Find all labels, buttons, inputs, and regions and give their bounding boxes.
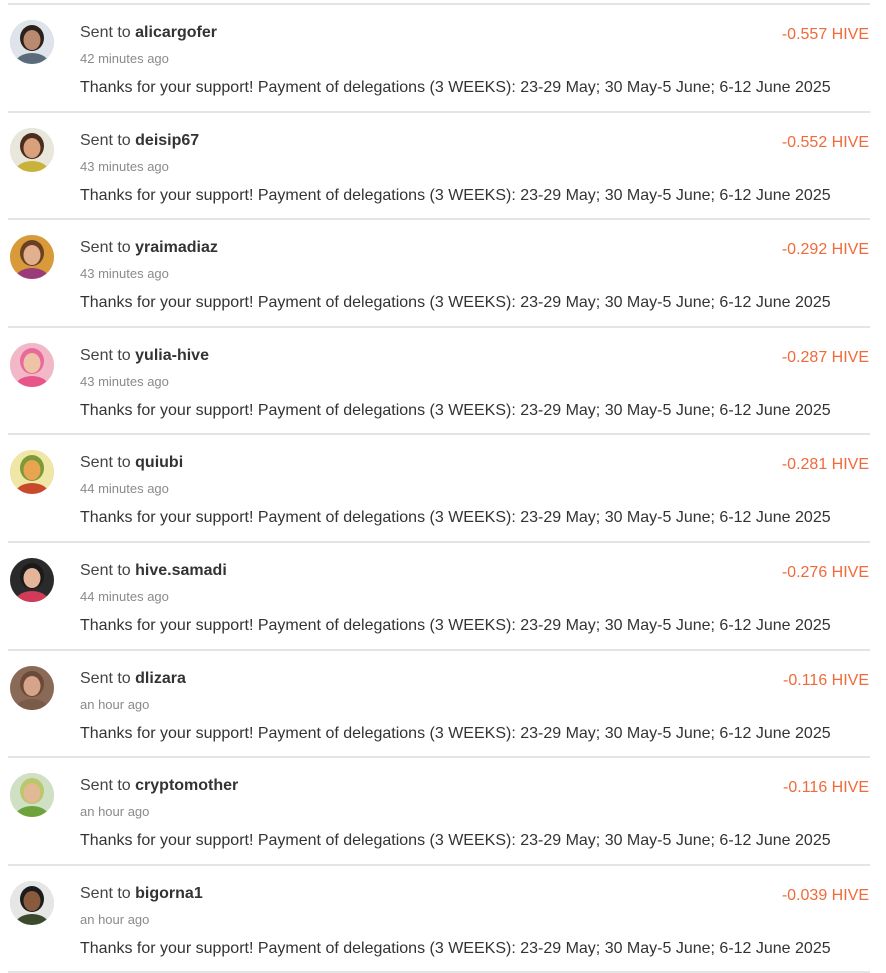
- transfer-title: Sent to dlizara: [80, 670, 186, 688]
- transfer-prefix: Sent to: [80, 884, 131, 902]
- transfer-amount: -0.287 HIVE: [781, 348, 869, 366]
- avatar[interactable]: [10, 342, 54, 387]
- recipient-link[interactable]: alicargofer: [135, 24, 217, 41]
- transfer-prefix: Sent to: [80, 777, 131, 795]
- transfer-row[interactable]: Sent to alicargofer 42 minutes ago Thanks …: [0, 4, 886, 111]
- transfer-amount: -0.552 HIVE: [781, 133, 869, 151]
- transfer-prefix: Sent to: [80, 24, 131, 41]
- transfer-prefix: Sent to: [80, 562, 131, 579]
- timestamp: 43 minutes ago: [80, 266, 169, 282]
- recipient-link[interactable]: yraimadiaz: [135, 239, 218, 256]
- avatar-icon: [10, 450, 54, 495]
- timestamp: 43 minutes ago: [80, 373, 169, 389]
- transfer-row[interactable]: Sent to yraimadiaz 43 minutes ago Thanks f…: [0, 219, 886, 326]
- transfer-amount: -0.557 HIVE: [781, 26, 869, 43]
- transfer-prefix: Sent to: [80, 669, 131, 687]
- avatar-icon: [10, 773, 54, 818]
- transfer-amount: -0.276 HIVE: [781, 564, 869, 581]
- transfer-memo: Thanks for your support! Payment of dele…: [80, 401, 831, 419]
- recipient-link[interactable]: yulia-hive: [135, 347, 209, 364]
- avatar[interactable]: [10, 127, 54, 172]
- avatar-icon: [10, 342, 54, 387]
- avatar[interactable]: [10, 665, 54, 710]
- avatar[interactable]: [10, 450, 54, 495]
- avatar[interactable]: [10, 880, 54, 925]
- recipient-link[interactable]: cryptomother: [135, 777, 238, 794]
- transfer-amount: -0.281 HIVE: [781, 456, 869, 474]
- avatar[interactable]: [10, 235, 54, 280]
- transfer-memo: Thanks for your support! Payment of dele…: [80, 294, 831, 312]
- avatar-icon: [10, 235, 54, 280]
- recipient-link[interactable]: hive.samadi: [135, 562, 227, 579]
- avatar[interactable]: [10, 20, 54, 64]
- recipient-link[interactable]: dlizara: [135, 670, 186, 687]
- transfer-row[interactable]: Sent to yulia-hive 43 minutes ago Thanks f…: [0, 327, 886, 434]
- timestamp: 42 minutes ago: [80, 51, 169, 66]
- timestamp: 44 minutes ago: [80, 481, 169, 497]
- transfer-row[interactable]: Sent to quiubi 44 minutes ago Thanks for y…: [0, 434, 886, 541]
- transfer-amount: -0.292 HIVE: [781, 241, 869, 259]
- transfer-row[interactable]: Sent to cryptomother an hour ago Thanks fo…: [0, 757, 886, 864]
- timestamp: an hour ago: [80, 911, 150, 927]
- transfer-memo: Thanks for your support! Payment of dele…: [80, 79, 831, 96]
- transfer-prefix: Sent to: [80, 131, 131, 149]
- transfer-amount: -0.116 HIVE: [783, 779, 869, 797]
- transfer-prefix: Sent to: [80, 239, 131, 257]
- transfer-title: Sent to alicargofer: [80, 24, 217, 42]
- transfer-list: Sent to alicargofer 42 minutes ago Thanks …: [0, 0, 886, 973]
- transfer-row[interactable]: Sent to hive.samadi 44 minutes ago Thanks …: [0, 542, 886, 649]
- transfer-title: Sent to cryptomother: [80, 777, 238, 795]
- transfer-title: Sent to yulia-hive: [80, 347, 209, 365]
- transfer-title: Sent to bigorna1: [80, 885, 203, 903]
- transfer-amount: -0.116 HIVE: [783, 671, 869, 689]
- recipient-link[interactable]: quiubi: [135, 454, 183, 471]
- recipient-link[interactable]: bigorna1: [135, 885, 203, 902]
- transfer-title: Sent to yraimadiaz: [80, 239, 218, 257]
- transfer-prefix: Sent to: [80, 346, 131, 364]
- avatar-icon: [10, 558, 54, 602]
- transfer-amount: -0.039 HIVE: [781, 886, 869, 904]
- transfer-memo: Thanks for your support! Payment of dele…: [80, 939, 831, 957]
- timestamp: an hour ago: [80, 804, 150, 820]
- avatar-icon: [10, 880, 54, 925]
- recipient-link[interactable]: deisip67: [135, 132, 199, 149]
- avatar-icon: [10, 665, 54, 710]
- transfer-prefix: Sent to: [80, 454, 131, 472]
- timestamp: an hour ago: [80, 696, 150, 712]
- transfer-row[interactable]: Sent to bigorna1 an hour ago Thanks for yo…: [0, 865, 886, 972]
- avatar[interactable]: [10, 773, 54, 818]
- transfer-title: Sent to hive.samadi: [80, 562, 227, 580]
- timestamp: 43 minutes ago: [80, 158, 169, 174]
- transfer-row[interactable]: Sent to deisip67 43 minutes ago Thanks for…: [0, 112, 886, 219]
- avatar-icon: [10, 20, 54, 64]
- transfer-memo: Thanks for your support! Payment of dele…: [80, 724, 831, 742]
- transfer-title: Sent to deisip67: [80, 132, 199, 150]
- transfer-memo: Thanks for your support! Payment of dele…: [80, 832, 831, 850]
- transfer-title: Sent to quiubi: [80, 454, 183, 472]
- timestamp: 44 minutes ago: [80, 589, 169, 604]
- avatar-icon: [10, 127, 54, 172]
- avatar[interactable]: [10, 558, 54, 602]
- transfer-memo: Thanks for your support! Payment of dele…: [80, 509, 831, 527]
- transfer-memo: Thanks for your support! Payment of dele…: [80, 617, 831, 634]
- transfer-memo: Thanks for your support! Payment of dele…: [80, 186, 831, 204]
- transfer-row[interactable]: Sent to dlizara an hour ago Thanks for you…: [0, 650, 886, 757]
